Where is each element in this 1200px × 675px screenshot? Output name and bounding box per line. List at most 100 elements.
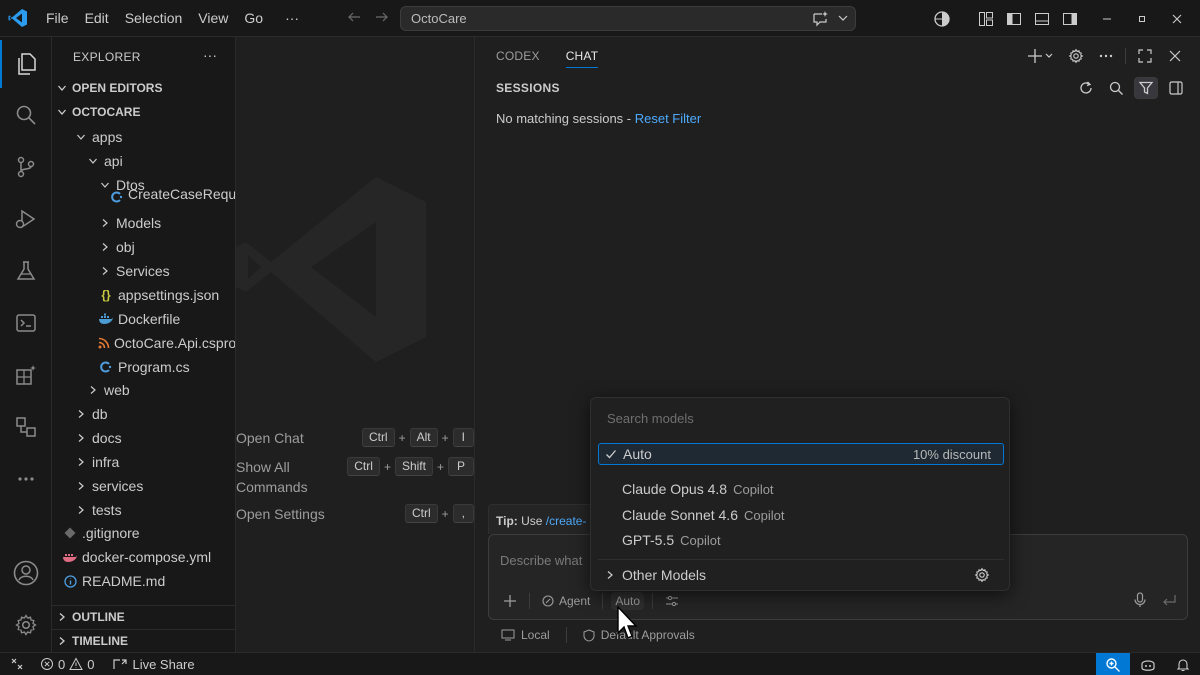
model-item-auto[interactable]: Auto 10% discount	[598, 443, 1004, 465]
tree-item-label: OctoCare.Api.csproj	[114, 335, 236, 351]
agent-mode-button[interactable]: Agent	[538, 592, 594, 610]
more-icon[interactable]	[1095, 45, 1117, 67]
restore-icon[interactable]	[1130, 0, 1154, 37]
gear-icon[interactable]	[974, 567, 990, 583]
extensions-ai-icon[interactable]	[0, 351, 52, 399]
tree-item[interactable]: Dockerfile	[52, 307, 235, 331]
tab-codex[interactable]: CODEX	[496, 49, 540, 68]
account-icon[interactable]	[0, 549, 52, 597]
microphone-icon[interactable]	[1133, 592, 1147, 608]
tree-item[interactable]: OctoCare.Api.csproj	[52, 331, 236, 355]
problems-indicator[interactable]: 0 0	[34, 653, 100, 675]
toggle-sidebar-icon[interactable]	[1164, 77, 1188, 99]
tree-item-label: db	[92, 406, 108, 422]
search-icon[interactable]	[1104, 77, 1128, 99]
tree-item[interactable]: Models	[52, 211, 235, 235]
shortcut-label: Open Chat	[236, 430, 304, 446]
shortcut-keys: Ctrl + ,	[404, 504, 474, 523]
new-chat-icon[interactable]	[1025, 45, 1057, 67]
gear-icon[interactable]	[1065, 45, 1087, 67]
tools-button[interactable]	[661, 592, 683, 610]
menu-file[interactable]: File	[38, 0, 77, 37]
key-plus: +	[436, 459, 444, 474]
add-context-button[interactable]	[499, 592, 521, 610]
section-workspace[interactable]: OCTOCARE	[52, 101, 235, 123]
model-search-input[interactable]: Search models	[607, 411, 694, 426]
tree-item[interactable]: CreateCaseReque...	[52, 189, 236, 205]
section-timeline[interactable]: TIMELINE	[52, 629, 235, 651]
source-control-icon[interactable]	[0, 143, 52, 191]
tree-item-label: obj	[116, 239, 135, 255]
tree-item[interactable]: web	[52, 378, 235, 402]
notifications-bell-icon[interactable]	[1166, 653, 1200, 675]
tree-item[interactable]: services	[52, 474, 235, 498]
menu-more[interactable]: ···	[277, 0, 307, 37]
tree-item-label: Program.cs	[118, 359, 190, 375]
tree-item[interactable]: apps	[52, 125, 235, 149]
tree-item[interactable]: db	[52, 402, 235, 426]
error-count: 0	[58, 656, 66, 672]
tree-item[interactable]: obj	[52, 235, 235, 259]
tree-item[interactable]: Services	[52, 259, 235, 283]
maximize-icon[interactable]	[1134, 45, 1156, 67]
tree-item[interactable]: docker-compose.yml	[52, 545, 235, 569]
tree-item-label: CreateCaseReque...	[128, 189, 236, 202]
tree-item[interactable]: docs	[52, 426, 235, 450]
zoom-icon[interactable]	[1096, 653, 1130, 675]
chevron-down-icon[interactable]	[837, 12, 849, 24]
close-icon[interactable]	[1154, 0, 1200, 37]
remote-explorer-icon[interactable]	[0, 403, 52, 451]
toggle-primary-sidebar-icon[interactable]	[1000, 0, 1028, 37]
more-views-icon[interactable]	[0, 455, 52, 503]
location-local-button[interactable]: Local	[501, 628, 550, 642]
run-debug-icon[interactable]	[0, 195, 52, 243]
tree-item[interactable]: infra	[52, 450, 235, 474]
chat-sparkle-icon[interactable]	[811, 10, 829, 28]
other-models-item[interactable]: Other Models	[598, 564, 1004, 586]
model-name: Auto	[623, 446, 652, 462]
window-controls	[928, 0, 1200, 37]
command-center[interactable]: OctoCare	[400, 6, 856, 31]
filter-icon[interactable]	[1134, 77, 1158, 99]
customize-layout-icon[interactable]	[972, 0, 1000, 37]
terminal-icon[interactable]	[0, 299, 52, 347]
refresh-icon[interactable]	[1074, 77, 1098, 99]
send-icon[interactable]	[1161, 592, 1177, 608]
testing-icon[interactable]	[0, 247, 52, 295]
menu-view[interactable]: View	[190, 0, 236, 37]
tree-item[interactable]: api	[52, 149, 235, 173]
status-right	[1096, 653, 1200, 675]
tree-item[interactable]: .gitignore	[52, 521, 235, 545]
menu-selection[interactable]: Selection	[117, 0, 191, 37]
menu-go[interactable]: Go	[236, 0, 271, 37]
section-open-editors[interactable]: OPEN EDITORS	[52, 77, 235, 99]
forward-arrow-icon[interactable]	[374, 9, 390, 25]
back-arrow-icon[interactable]	[346, 9, 362, 25]
chat-input-placeholder[interactable]: Describe what	[500, 553, 582, 568]
tree-item[interactable]: README.md	[52, 569, 235, 593]
search-icon[interactable]	[0, 91, 52, 139]
tip-link[interactable]: /create-	[546, 514, 587, 528]
toggle-panel-icon[interactable]	[1028, 0, 1056, 37]
model-item[interactable]: Claude Opus 4.8 Copilot	[598, 478, 1004, 500]
remote-icon[interactable]	[0, 653, 34, 675]
section-outline[interactable]: OUTLINE	[52, 605, 235, 627]
explorer-icon[interactable]	[0, 40, 52, 88]
live-share-button[interactable]: Live Share	[106, 653, 200, 675]
tree-item[interactable]: tests	[52, 498, 235, 522]
minimize-icon[interactable]	[1084, 0, 1130, 37]
tree-item[interactable]: Program.cs	[52, 355, 235, 379]
close-icon[interactable]	[1164, 45, 1186, 67]
key-alt: Alt	[409, 428, 438, 447]
toggle-secondary-sidebar-icon[interactable]	[1056, 0, 1084, 37]
explorer-more-button[interactable]: ···	[203, 47, 217, 63]
tab-chat[interactable]: CHAT	[565, 49, 599, 68]
model-item[interactable]: GPT-5.5 Copilot	[598, 529, 1004, 551]
menu-edit[interactable]: Edit	[77, 0, 117, 37]
reset-filter-link[interactable]: Reset Filter	[635, 111, 701, 126]
gear-icon[interactable]	[0, 601, 52, 649]
tree-item[interactable]: {} appsettings.json	[52, 283, 235, 307]
copilot-status-icon[interactable]	[928, 0, 956, 37]
copilot-icon[interactable]	[1130, 653, 1166, 675]
model-item[interactable]: Claude Sonnet 4.6 Copilot	[598, 504, 1004, 526]
